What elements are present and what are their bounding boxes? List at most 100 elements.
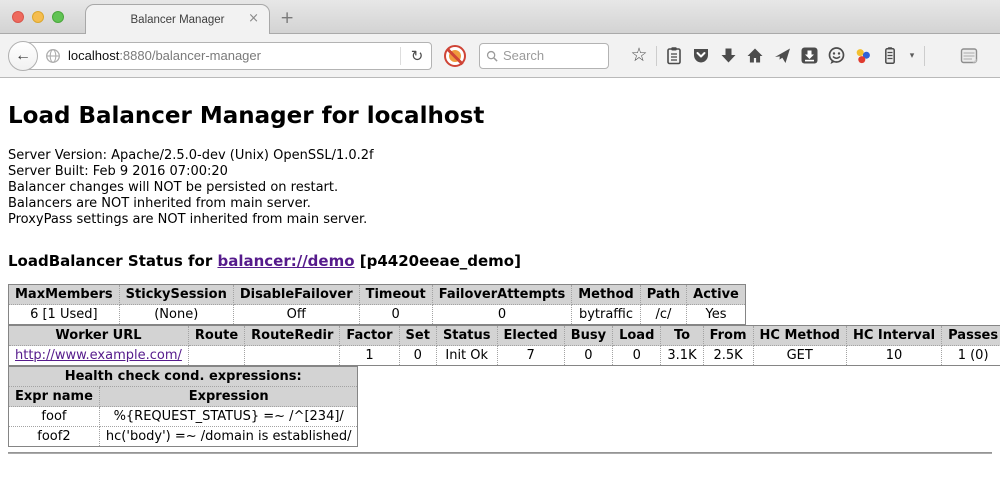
bookmark-star-icon[interactable]: ☆: [629, 45, 649, 67]
cell-status: Init Ok: [436, 346, 497, 366]
cell-active: Yes: [687, 305, 746, 325]
column-header: Timeout: [359, 285, 432, 305]
cell-disablefailover: Off: [233, 305, 359, 325]
column-header: Expression: [99, 387, 358, 407]
column-header: To: [661, 326, 703, 346]
page-content: Load Balancer Manager for localhost Serv…: [0, 78, 1000, 491]
plugin-blocked-icon[interactable]: [444, 45, 466, 67]
table-row: foof2 hc('body') =~ /domain is establish…: [9, 427, 358, 447]
column-header: Method: [572, 285, 640, 305]
column-header: MaxMembers: [9, 285, 120, 305]
proxypass-note-line: ProxyPass settings are NOT inherited fro…: [8, 212, 992, 228]
table-row: http://www.example.com/ 1 0 Init Ok 7 0 …: [9, 346, 1000, 366]
column-header: Worker URL: [9, 326, 189, 346]
menu-button[interactable]: [932, 45, 952, 67]
url-text[interactable]: localhost:8880/balancer-manager: [68, 48, 398, 63]
cell-path: /c/: [640, 305, 686, 325]
back-arrow-icon: ←: [15, 47, 31, 65]
toolbar-divider: [924, 46, 925, 66]
url-domain: localhost: [68, 48, 119, 63]
battery-extension-icon[interactable]: [880, 45, 900, 67]
page-title: Load Balancer Manager for localhost: [8, 102, 992, 130]
cell-elected: 7: [497, 346, 564, 366]
column-header: RouteRedir: [245, 326, 340, 346]
navigation-toolbar: ← localhost:8880/balancer-manager ↻ ☆: [0, 34, 1000, 78]
cell-factor: 1: [340, 346, 399, 366]
tab-balancer-manager[interactable]: Balancer Manager ×: [85, 4, 270, 34]
cell-failoverattempts: 0: [432, 305, 572, 325]
cell-worker-url: http://www.example.com/: [9, 346, 189, 366]
feedback-smiley-icon[interactable]: [826, 45, 846, 67]
cell-expr-name: foof2: [9, 427, 100, 447]
cell-hc-interval: 10: [846, 346, 941, 366]
reload-button[interactable]: ↻: [403, 47, 431, 65]
pocket-icon[interactable]: [691, 45, 711, 67]
server-version-line: Server Version: Apache/2.5.0-dev (Unix) …: [8, 148, 992, 164]
cell-expression: hc('body') =~ /domain is established/: [99, 427, 358, 447]
cell-method: bytraffic: [572, 305, 640, 325]
cell-expr-name: foof: [9, 407, 100, 427]
column-header: HC Interval: [846, 326, 941, 346]
column-header: From: [703, 326, 753, 346]
status-heading-prefix: LoadBalancer Status for: [8, 252, 217, 270]
colored-dots-extension-icon[interactable]: [853, 45, 873, 67]
minimize-window-button[interactable]: [32, 11, 44, 23]
column-header: FailoverAttempts: [432, 285, 572, 305]
status-heading-suffix: [p4420eeae_demo]: [355, 252, 521, 270]
back-button[interactable]: ←: [8, 41, 38, 71]
grid-extension-icon[interactable]: [959, 45, 979, 67]
video-download-icon[interactable]: [799, 45, 819, 67]
cell-from: 2.5K: [703, 346, 753, 366]
search-input[interactable]: [503, 48, 602, 63]
column-header: Route: [188, 326, 244, 346]
table-row: 6 [1 Used] (None) Off 0 0 bytraffic /c/ …: [9, 305, 746, 325]
column-header: Set: [399, 326, 436, 346]
globe-icon: [45, 48, 61, 64]
column-header: HC Method: [753, 326, 846, 346]
worker-table: Worker URL Route RouteRedir Factor Set S…: [8, 325, 1000, 366]
cell-expression: %{REQUEST_STATUS} =~ /^[234]/: [99, 407, 358, 427]
titlebar: Balancer Manager × +: [0, 0, 1000, 34]
table-header-row: Expr name Expression: [9, 387, 358, 407]
column-header: Expr name: [9, 387, 100, 407]
close-window-button[interactable]: [12, 11, 24, 23]
balancer-demo-link[interactable]: balancer://demo: [217, 252, 354, 270]
inherit-note-line: Balancers are NOT inherited from main se…: [8, 196, 992, 212]
search-box[interactable]: [479, 43, 609, 69]
toolbar-icons: ☆: [629, 45, 979, 67]
health-table-title: Health check cond. expressions:: [9, 367, 358, 387]
url-bar[interactable]: localhost:8880/balancer-manager ↻: [22, 42, 432, 70]
tab-title: Balancer Manager: [131, 14, 225, 26]
close-tab-icon[interactable]: ×: [248, 11, 259, 26]
column-header: Factor: [340, 326, 399, 346]
reading-list-icon[interactable]: [664, 45, 684, 67]
column-header: Status: [436, 326, 497, 346]
worker-url-link[interactable]: http://www.example.com/: [15, 348, 182, 363]
cell-to: 3.1K: [661, 346, 703, 366]
cell-busy: 0: [564, 346, 612, 366]
balancer-settings-table: MaxMembers StickySession DisableFailover…: [8, 284, 746, 325]
column-header: Passes: [942, 326, 1000, 346]
column-header: Path: [640, 285, 686, 305]
toolbar-divider: [656, 46, 657, 66]
url-path: :8880/balancer-manager: [119, 48, 261, 63]
new-tab-button[interactable]: +: [280, 8, 294, 28]
column-header: Load: [613, 326, 661, 346]
send-page-icon[interactable]: [772, 45, 792, 67]
urlbar-divider: [400, 47, 401, 65]
overflow-caret-icon[interactable]: ▾: [907, 45, 917, 67]
server-built-line: Server Built: Feb 9 2016 07:00:20: [8, 164, 992, 180]
cell-route: [188, 346, 244, 366]
cell-maxmembers: 6 [1 Used]: [9, 305, 120, 325]
traffic-lights: [12, 11, 64, 23]
table-row: foof %{REQUEST_STATUS} =~ /^[234]/: [9, 407, 358, 427]
table-title-row: Health check cond. expressions:: [9, 367, 358, 387]
search-icon: [486, 49, 498, 63]
cell-hc-method: GET: [753, 346, 846, 366]
cell-load: 0: [613, 346, 661, 366]
fullscreen-window-button[interactable]: [52, 11, 64, 23]
home-icon[interactable]: [745, 45, 765, 67]
downloads-icon[interactable]: [718, 45, 738, 67]
column-header: Elected: [497, 326, 564, 346]
browser-window: Balancer Manager × + ← localhost:8880/ba…: [0, 0, 1000, 491]
